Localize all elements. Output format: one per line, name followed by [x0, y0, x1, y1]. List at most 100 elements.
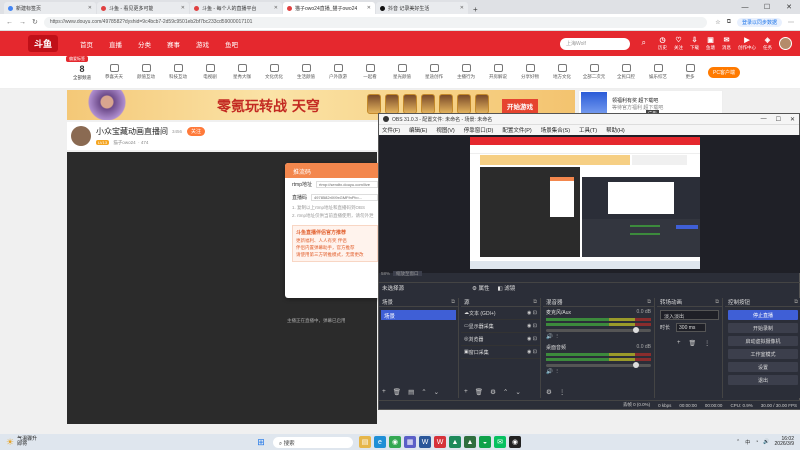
back-icon[interactable]: ←	[6, 19, 13, 26]
move-up-icon[interactable]: ⌃	[421, 388, 426, 396]
dock-menu-icon[interactable]: ⧉	[533, 299, 537, 306]
streamer-avatar[interactable]	[71, 126, 91, 146]
dock-menu-icon[interactable]: ⧉	[451, 299, 455, 306]
user-avatar[interactable]	[779, 37, 792, 50]
network-icon[interactable]: ◔	[755, 439, 758, 445]
category-item[interactable]: 开房解说	[482, 64, 514, 80]
wechat-app-icon[interactable]: ✉	[494, 436, 506, 448]
add-scene-icon[interactable]: +	[382, 388, 386, 396]
category-item[interactable]: 生活颜值	[290, 64, 322, 80]
start-recording-button[interactable]: 开始录制	[728, 323, 798, 333]
tab-close-icon[interactable]: ✕	[88, 5, 92, 11]
browser-tab[interactable]: 斗鱼 - 看见更多可能 ✕	[97, 2, 189, 14]
nav-live[interactable]: 直播	[109, 39, 122, 49]
dock-menu-icon[interactable]: ⧉	[794, 299, 798, 306]
maximize-icon[interactable]: ☐	[756, 3, 778, 11]
nav-home[interactable]: 首页	[80, 39, 93, 49]
download-button[interactable]: ⇩ 下载	[690, 37, 699, 51]
douyu-logo[interactable]: 斗鱼	[28, 35, 59, 52]
category-item[interactable]: 颜值互动	[130, 64, 162, 80]
app8-app-icon[interactable]: ▲	[464, 436, 476, 448]
creator-center-button[interactable]: ▶ 创作中心	[738, 37, 756, 51]
category-item[interactable]: 星光颜值	[386, 64, 418, 80]
follow-button[interactable]: 关注	[187, 127, 206, 136]
channel-controls[interactable]: 🔊 ⋮	[546, 369, 651, 375]
store-app-icon[interactable]: ▦	[404, 436, 416, 448]
browser-tab[interactable]: 斗鱼 - 每个人的直播平台 ✕	[190, 2, 282, 14]
yutang-button[interactable]: ▣ 鱼塘	[706, 37, 715, 51]
properties-button[interactable]: ⚙ 属性	[472, 284, 489, 292]
category-item[interactable]: 星秀大咖	[226, 64, 258, 80]
nav-yuba[interactable]: 鱼吧	[225, 39, 238, 49]
new-tab-icon[interactable]: +	[473, 5, 478, 14]
mixer-menu-icon[interactable]: ⋮	[559, 388, 566, 396]
add-source-icon[interactable]: +	[464, 388, 468, 396]
menu-file[interactable]: 文件(F)	[382, 126, 400, 134]
category-item[interactable]: 户外旅游	[322, 64, 354, 80]
tray-expand-icon[interactable]: ⌃	[736, 439, 740, 445]
category-item[interactable]: 娱乐综艺	[642, 64, 674, 80]
transition-select[interactable]: 淡入淡出	[660, 310, 719, 320]
category-item[interactable]: 主播行为	[450, 64, 482, 80]
category-item[interactable]: 科技互动	[162, 64, 194, 80]
filter-icon[interactable]: ▤	[408, 388, 414, 396]
companion-promo[interactable]: 斗鱼直播伴侣官方推荐 更新福利、人人有奖 伴侣 伴侣内置弹幕助手，官方推荐 请使…	[292, 225, 378, 262]
stop-streaming-button[interactable]: 停止直播	[728, 310, 798, 320]
taskbar-search[interactable]: ⌕ 搜索	[273, 436, 353, 448]
ime-indicator[interactable]: 中	[745, 439, 750, 446]
move-down-icon[interactable]: ⌄	[515, 388, 520, 396]
browser-tab-active[interactable]: 猫子owo24直播_猫子owo24 ✕	[283, 2, 375, 14]
category-item[interactable]: 恭喜天天	[98, 64, 130, 80]
category-item[interactable]: 一起看	[354, 64, 386, 80]
source-item[interactable]: ☁ 文本 (GDI+) ◉ ⊡	[461, 307, 540, 320]
nav-games[interactable]: 游戏	[196, 39, 209, 49]
category-item[interactable]: 地方文化	[546, 64, 578, 80]
remove-transition-icon[interactable]: 🗑	[689, 340, 697, 347]
start-virtual-camera-button[interactable]: 启动虚拟摄像机	[728, 336, 798, 346]
exit-button[interactable]: 退出	[728, 375, 798, 385]
tab-close-icon[interactable]: ✕	[181, 5, 185, 11]
url-field[interactable]: https://www.douyu.com/4978582?dyshid=9c4…	[43, 16, 708, 28]
category-item[interactable]: 文化优化	[258, 64, 290, 80]
reload-icon[interactable]: ↻	[32, 18, 38, 26]
remove-source-icon[interactable]: 🗑	[475, 388, 483, 396]
stream-key-field[interactable]: 4978582rlXl9xGMFfnPb=...	[311, 194, 378, 201]
move-up-icon[interactable]: ⌃	[503, 388, 508, 396]
sync-login-button[interactable]: 登录以同步数据	[736, 17, 782, 27]
category-item[interactable]: 星途创作	[418, 64, 450, 80]
menu-view[interactable]: 视图(V)	[436, 126, 454, 134]
tasks-button[interactable]: ◈ 任务	[763, 37, 772, 51]
follow-list-button[interactable]: ♡ 关注	[674, 37, 683, 51]
menu-help[interactable]: 帮助(H)	[606, 126, 625, 134]
category-item[interactable]: 全部二次元	[578, 64, 610, 80]
clock[interactable]: 16:02 2026/3/9	[775, 437, 794, 447]
minimize-icon[interactable]: —	[761, 116, 767, 123]
extensions-icon[interactable]: ⧉	[727, 19, 731, 26]
zoom-mode-select[interactable]: 缩放至窗口	[393, 271, 422, 276]
move-down-icon[interactable]: ⌄	[434, 388, 439, 396]
forward-icon[interactable]: →	[19, 19, 26, 26]
slider-handle[interactable]	[633, 327, 639, 333]
edge-app-icon[interactable]: e	[374, 436, 386, 448]
start-game-button[interactable]: 开始游戏	[502, 99, 538, 113]
studio-mode-button[interactable]: 工作室模式	[728, 349, 798, 359]
category-item[interactable]: 更多	[674, 64, 706, 80]
menu-profile[interactable]: 配置文件(P)	[502, 126, 531, 134]
visibility-lock-icons[interactable]: ◉ ⊡	[527, 310, 537, 316]
minimize-icon[interactable]: —	[734, 4, 756, 11]
category-item[interactable]: 分享好物	[514, 64, 546, 80]
dock-menu-icon[interactable]: ⧉	[715, 299, 719, 306]
volume-slider[interactable]	[546, 362, 651, 368]
wps-app-icon[interactable]: W	[434, 436, 446, 448]
tab-close-icon[interactable]: ✕	[367, 5, 371, 11]
source-item[interactable]: ◎ 浏览器 ◉ ⊡	[461, 333, 540, 346]
visibility-lock-icons[interactable]: ◉ ⊡	[527, 323, 537, 329]
add-transition-icon[interactable]: +	[677, 340, 681, 347]
nav-category[interactable]: 分类	[138, 39, 151, 49]
menu-docks[interactable]: 停靠窗口(D)	[464, 126, 494, 134]
filters-button[interactable]: ◧ 滤镜	[498, 284, 516, 292]
mixer-settings-icon[interactable]: ⚙	[546, 388, 552, 396]
category-item[interactable]: 8 全部频道	[66, 64, 98, 81]
channel-controls[interactable]: 🔊 ⋮	[546, 334, 651, 340]
browser-tab[interactable]: 新建标签页 ✕	[4, 2, 96, 14]
